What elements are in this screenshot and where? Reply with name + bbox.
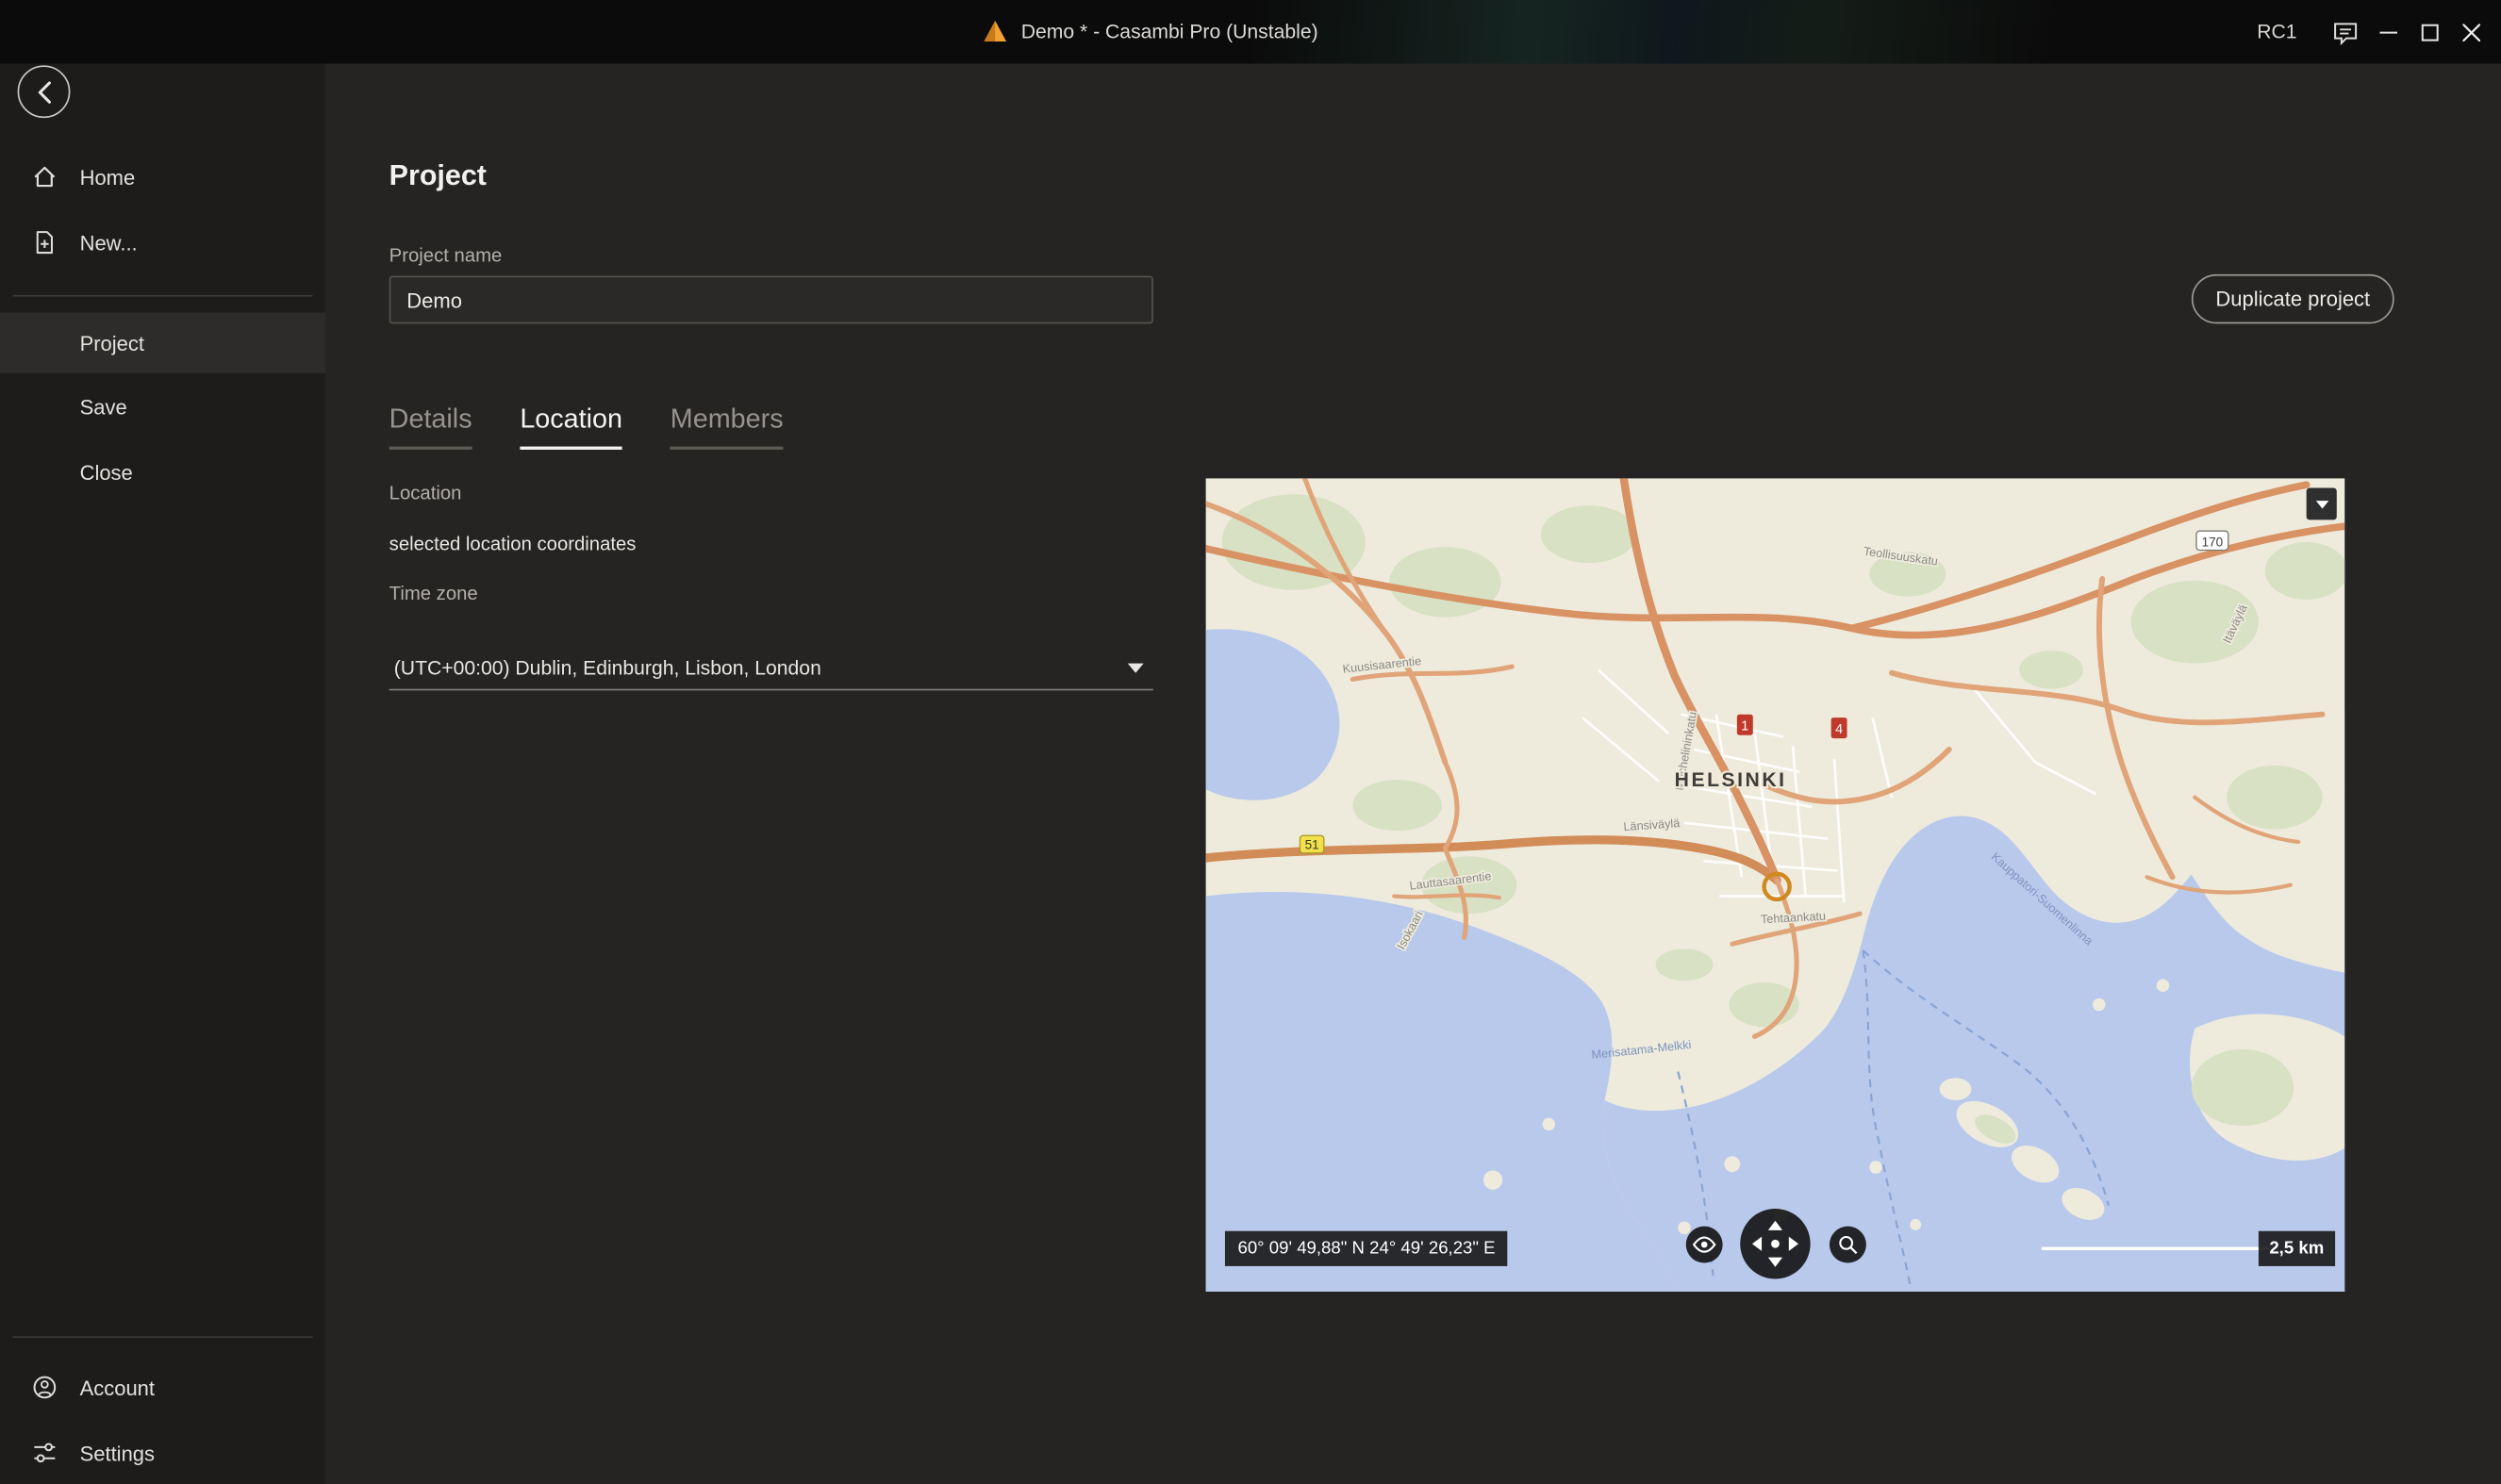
sidebar-item-save[interactable]: Save (0, 376, 325, 437)
timezone-value: (UTC+00:00) Dublin, Edinburgh, Lisbon, L… (389, 656, 821, 679)
timezone-label: Time zone (389, 582, 478, 604)
shield-1: 1 (1741, 719, 1748, 734)
sidebar-item-label: Account (80, 1376, 155, 1399)
sidebar-divider (13, 1336, 313, 1338)
titlebar: Demo * - Casambi Pro (Unstable) RC1 (0, 0, 2501, 64)
sidebar-item-close[interactable]: Close (0, 441, 325, 502)
map-coordinates-badge: 60° 09' 49,88" N 24° 49' 26,23" E (1225, 1231, 1508, 1266)
map-layers-dropdown-button[interactable] (2307, 488, 2337, 520)
account-icon (32, 1375, 58, 1400)
sidebar-item-settings[interactable]: Settings (0, 1423, 325, 1483)
map-scale-label: 2,5 km (2259, 1231, 2336, 1266)
chevron-down-icon (2315, 500, 2328, 507)
selected-coordinates-label: selected location coordinates (389, 533, 637, 555)
shield-170: 170 (2202, 535, 2224, 549)
duplicate-project-button[interactable]: Duplicate project (2192, 274, 2394, 323)
map-visibility-button[interactable] (1686, 1227, 1723, 1263)
release-tag: RC1 (2257, 21, 2296, 43)
new-document-icon (32, 230, 58, 256)
minimize-button[interactable] (2367, 0, 2409, 64)
location-label: Location (389, 482, 462, 504)
sidebar-item-label: New... (80, 230, 138, 254)
map-scale-bar (2042, 1247, 2272, 1250)
settings-sliders-icon (32, 1440, 58, 1465)
sidebar-divider (13, 295, 313, 297)
timezone-select[interactable]: (UTC+00:00) Dublin, Edinburgh, Lisbon, L… (389, 646, 1153, 690)
sidebar-item-label: Project (80, 331, 144, 355)
app-window: Demo * - Casambi Pro (Unstable) RC1 (0, 0, 2501, 1484)
sidebar-item-home[interactable]: Home (0, 147, 325, 207)
sidebar-item-label: Save (80, 395, 127, 419)
back-arrow-icon (33, 79, 56, 105)
back-button[interactable] (18, 65, 71, 118)
search-icon (1836, 1232, 1860, 1256)
map-search-button[interactable] (1830, 1227, 1866, 1263)
map-canvas: 51 170 1 4 Kuusisaarentie Länsiväylä Lau… (1206, 478, 2345, 1292)
main-content: Project Project name Duplicate project D… (325, 64, 2501, 1484)
location-map[interactable]: 51 170 1 4 Kuusisaarentie Länsiväylä Lau… (1206, 478, 2345, 1292)
shield-51: 51 (1305, 838, 1319, 852)
casambi-logo-icon (983, 19, 1008, 44)
home-icon (32, 164, 58, 190)
sidebar-item-account[interactable]: Account (0, 1357, 325, 1417)
tab-location[interactable]: Location (520, 404, 622, 450)
chevron-down-icon (1128, 663, 1144, 672)
sidebar-item-project[interactable]: Project (0, 313, 325, 373)
city-label: HELSINKI (1675, 769, 1787, 791)
tab-members[interactable]: Members (671, 404, 784, 450)
feedback-icon[interactable] (2323, 0, 2367, 64)
close-button[interactable] (2450, 0, 2492, 64)
project-name-input[interactable] (389, 276, 1153, 324)
sidebar-item-label: Settings (80, 1441, 155, 1464)
tab-bar: Details Location Members (389, 404, 784, 450)
sidebar-item-label: Home (80, 165, 136, 189)
window-title: Demo * - Casambi Pro (Unstable) (1021, 21, 1318, 43)
shield-4: 4 (1835, 722, 1843, 737)
project-name-label: Project name (389, 244, 503, 267)
pan-arrows-icon (1740, 1209, 1810, 1278)
page-title: Project (389, 159, 487, 193)
eye-icon (1693, 1232, 1716, 1256)
tab-details[interactable]: Details (389, 404, 472, 450)
titlebar-title-group: Demo * - Casambi Pro (Unstable) (983, 0, 1317, 64)
sidebar-item-new[interactable]: New... (0, 212, 325, 272)
sidebar: Home New... Project Save Close A (0, 64, 325, 1484)
sidebar-item-label: Close (80, 460, 133, 484)
titlebar-controls: RC1 (2257, 0, 2501, 64)
maximize-button[interactable] (2409, 0, 2450, 64)
map-pan-control[interactable] (1740, 1209, 1810, 1278)
